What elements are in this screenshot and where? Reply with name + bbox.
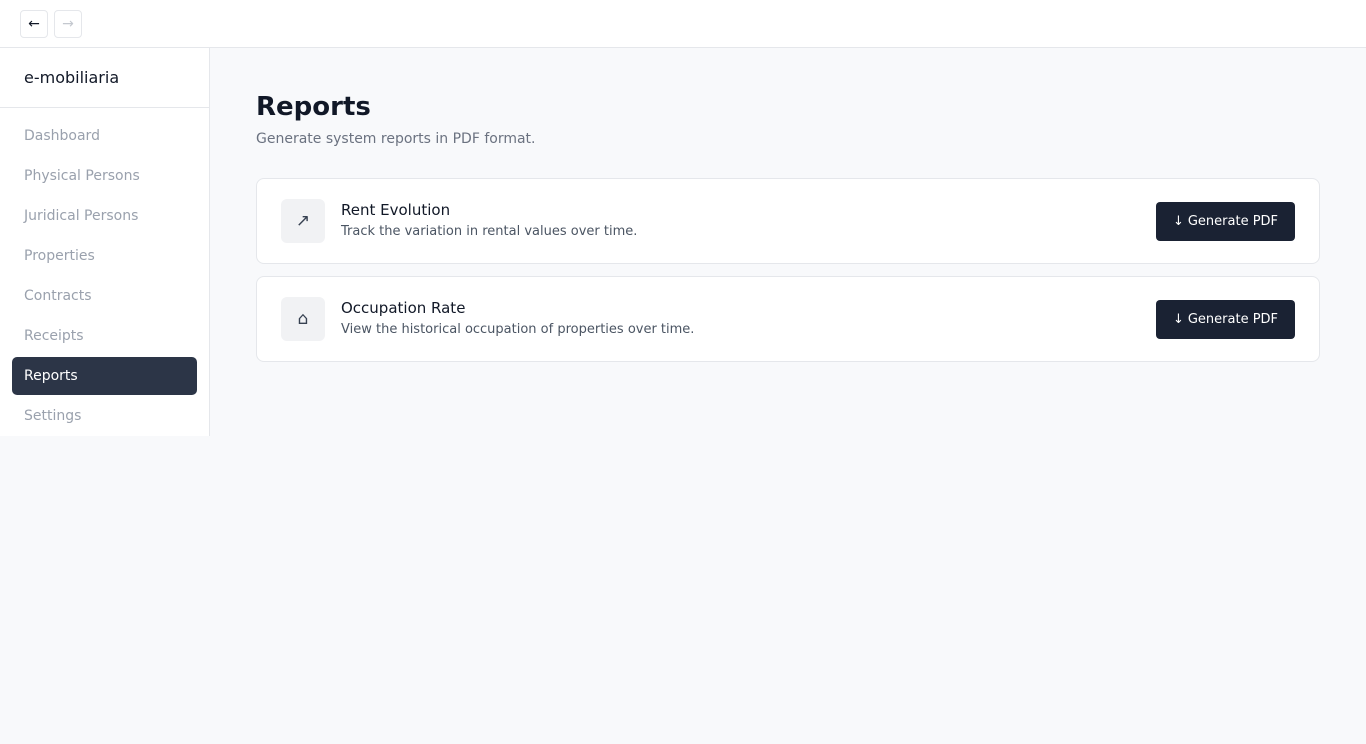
report-description: Track the variation in rental values ove… [341,224,638,239]
home-icon: ⌂ [281,297,325,341]
forward-arrow-icon[interactable]: → [54,10,82,38]
generate-pdf-label: Generate PDF [1187,214,1279,229]
sidebar-item-contracts[interactable]: Contracts [12,277,197,315]
generate-pdf-label: Generate PDF [1187,312,1279,327]
report-card-occupation-rate: ⌂ Occupation Rate View the historical oc… [256,276,1320,362]
sidebar: e-mobiliaria Dashboard Physical Persons … [0,48,210,436]
sidebar-item-juridical-persons[interactable]: Juridical Persons [12,197,197,235]
sidebar-item-dashboard[interactable]: Dashboard [12,117,197,155]
sidebar-item-properties[interactable]: Properties [12,237,197,275]
page-title: Reports [256,92,371,122]
generate-pdf-button[interactable]: ↓ Generate PDF [1156,202,1295,241]
report-card-rent-evolution: ↗ Rent Evolution Track the variation in … [256,178,1320,264]
sidebar-item-reports[interactable]: Reports [12,357,197,395]
sidebar-item-settings[interactable]: Settings [12,397,197,435]
app-brand: e-mobiliaria [0,48,209,108]
report-list: ↗ Rent Evolution Track the variation in … [256,178,1320,374]
download-icon: ↓ [1172,312,1184,327]
page-subtitle: Generate system reports in PDF format. [256,131,536,147]
download-icon: ↓ [1172,214,1184,229]
report-title: Occupation Rate [341,299,466,317]
sidebar-item-receipts[interactable]: Receipts [12,317,197,355]
trend-up-icon: ↗ [281,199,325,243]
top-bar: ← → [0,0,1366,48]
sidebar-item-physical-persons[interactable]: Physical Persons [12,157,197,195]
report-description: View the historical occupation of proper… [341,322,695,337]
report-title: Rent Evolution [341,201,451,219]
sidebar-nav: Dashboard Physical Persons Juridical Per… [0,108,209,435]
back-arrow-icon[interactable]: ← [20,10,48,38]
generate-pdf-button[interactable]: ↓ Generate PDF [1156,300,1295,339]
